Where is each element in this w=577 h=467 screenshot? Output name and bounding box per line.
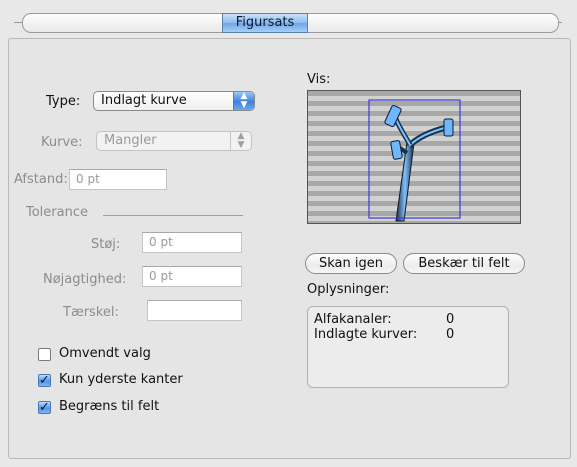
alfakanaler-value: 0	[446, 312, 455, 327]
begraens-til-felt-label: Begræns til felt	[59, 399, 160, 414]
begraens-til-felt-checkbox[interactable]: ✓	[38, 401, 51, 414]
kurve-label: Kurve:	[41, 135, 83, 150]
afstand-field[interactable]: 0 pt	[69, 169, 167, 190]
type-popup[interactable]: Indlagt kurve ▲ ▼	[93, 91, 255, 111]
info-title: Oplysninger:	[307, 282, 390, 297]
beskaer-til-felt-button[interactable]: Beskær til felt	[403, 253, 525, 274]
popup-arrows-icon: ▲ ▼	[233, 92, 254, 110]
preview-area	[307, 90, 521, 224]
nojagtighed-field[interactable]: 0 pt	[142, 266, 242, 287]
kun-yderste-kanter-checkbox[interactable]: ✓	[38, 374, 51, 387]
stoj-field[interactable]: 0 pt	[142, 232, 242, 253]
tolerance-separator	[103, 215, 243, 216]
kurve-popup-value: Mangler	[104, 133, 157, 148]
skan-igen-button[interactable]: Skan igen	[305, 253, 397, 274]
alfakanaler-label: Alfakanaler:	[314, 312, 392, 327]
tab-figursats[interactable]: Figursats	[222, 13, 308, 33]
stoj-label: Støj:	[91, 237, 121, 252]
kun-yderste-kanter-label: Kun yderste kanter	[59, 372, 183, 387]
nojagtighed-label: Nøjagtighed:	[43, 272, 127, 287]
omvendt-valg-label: Omvendt valg	[59, 346, 151, 361]
indlagte-kurver-value: 0	[446, 327, 455, 342]
taerskel-field[interactable]	[147, 300, 242, 321]
lamp-figure	[384, 104, 454, 222]
type-label: Type:	[46, 94, 81, 109]
tolerance-title: Tolerance	[26, 205, 88, 220]
taerskel-label: Tærskel:	[63, 305, 119, 320]
afstand-label: Afstand:	[14, 172, 68, 187]
kurve-popup[interactable]: Mangler ▲ ▼	[96, 131, 252, 151]
checkmark-icon: ✓	[39, 400, 50, 415]
omvendt-valg-checkbox[interactable]	[38, 348, 51, 361]
bounds-frame	[368, 99, 461, 219]
indlagte-kurver-label: Indlagte kurver:	[314, 327, 418, 342]
preview-image	[368, 99, 461, 222]
type-popup-value: Indlagt kurve	[101, 93, 187, 108]
info-box: Alfakanaler: 0 Indlagte kurver: 0	[307, 306, 509, 388]
checkmark-icon: ✓	[39, 373, 50, 388]
preview-label: Vis:	[307, 72, 331, 87]
popup-arrows-icon: ▲ ▼	[230, 132, 251, 150]
